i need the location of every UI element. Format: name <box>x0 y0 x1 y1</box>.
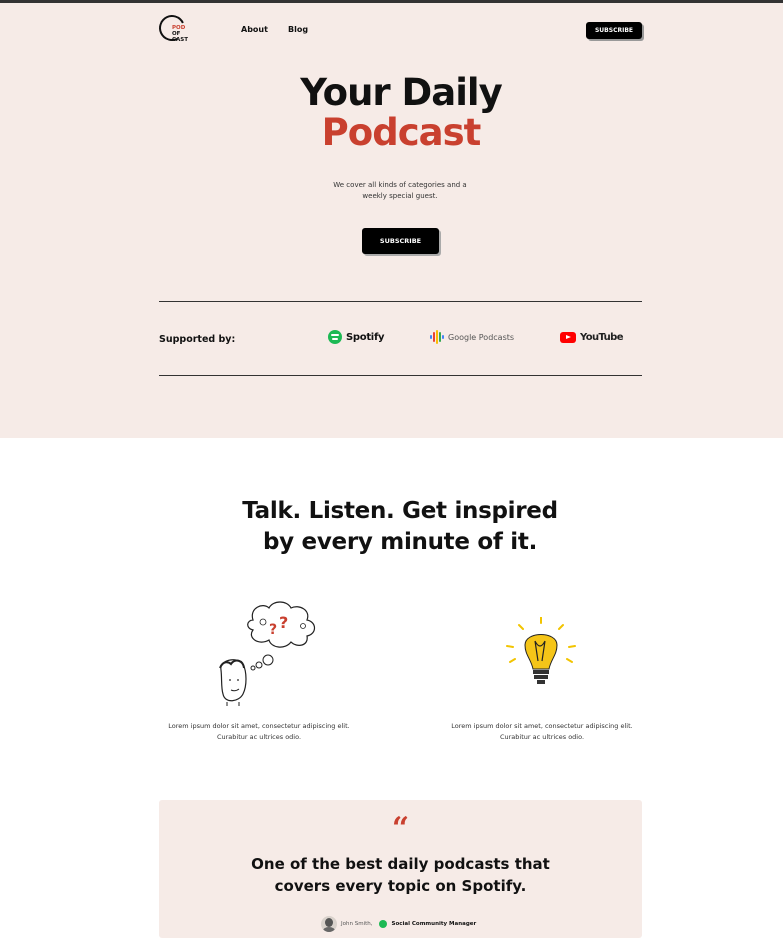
quote-mark-icon: “ <box>391 811 410 846</box>
testimonial-card: “ One of the best daily podcasts that co… <box>159 800 642 938</box>
hero-section: POD OF CAST About Blog SUBSCRIBE Your Da… <box>0 3 783 438</box>
thinking-person-illustration: ? ? <box>219 601 316 706</box>
testimonial-author: John Smith, Social Community Manager <box>321 916 476 932</box>
partner-google-podcasts-label: Google Podcasts <box>448 332 515 342</box>
hero-title: Your Daily Podcast <box>0 73 783 153</box>
svg-text:?: ? <box>269 622 277 638</box>
author-name: John Smith, <box>341 921 373 927</box>
nav-link-blog[interactable]: Blog <box>288 25 308 34</box>
feature-text-1: Lorem ipsum dolor sit amet, consectetur … <box>168 722 350 741</box>
features-title: Talk. Listen. Get inspired by every minu… <box>0 496 783 558</box>
spotify-badge-icon <box>379 920 388 928</box>
spotify-icon <box>328 330 342 344</box>
divider-bottom <box>159 375 642 376</box>
testimonial-quote-line-1: One of the best daily podcasts that <box>251 855 550 873</box>
testimonial-quote: One of the best daily podcasts that cove… <box>159 853 642 897</box>
divider-top <box>159 301 642 302</box>
nav-subscribe-button[interactable]: SUBSCRIBE <box>586 22 642 39</box>
nav-link-about[interactable]: About <box>241 25 268 34</box>
hero-subtitle: We cover all kinds of categories and a w… <box>333 181 467 200</box>
svg-text:?: ? <box>279 613 288 632</box>
testimonial-quote-line-2: covers every topic on Spotify. <box>274 877 527 895</box>
logo-text: POD OF CAST <box>172 25 188 43</box>
hero-title-line-2: Podcast <box>321 111 482 154</box>
avatar <box>321 916 337 932</box>
author-role: Social Community Manager <box>391 921 477 927</box>
google-podcasts-icon <box>430 330 444 344</box>
podcast-logo[interactable]: POD OF CAST <box>155 11 193 47</box>
features-title-line-1: Talk. Listen. Get inspired <box>242 498 558 524</box>
partner-spotify-label: Spotify <box>346 331 385 343</box>
partner-youtube[interactable]: YouTube <box>560 329 624 345</box>
partner-google-podcasts[interactable]: Google Podcasts <box>430 329 514 345</box>
feature-text-2: Lorem ipsum dolor sit amet, consectetur … <box>451 722 633 741</box>
lightbulb-illustration <box>506 617 576 684</box>
hero-title-line-1: Your Daily <box>300 71 502 114</box>
features-title-line-2: by every minute of it. <box>262 529 538 555</box>
supported-by-label: Supported by: <box>159 334 236 345</box>
partner-spotify[interactable]: Spotify <box>328 329 385 345</box>
logo-line-3: CAST <box>172 37 189 43</box>
youtube-icon <box>560 331 576 343</box>
hero-subscribe-button[interactable]: SUBSCRIBE <box>362 228 439 254</box>
partner-youtube-label: YouTube <box>580 331 624 343</box>
